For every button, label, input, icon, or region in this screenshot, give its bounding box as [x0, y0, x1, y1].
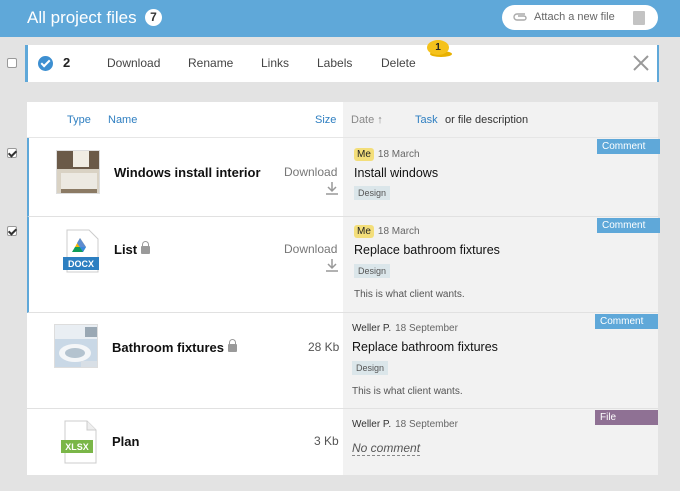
close-icon[interactable] — [632, 54, 650, 72]
delete-action[interactable]: Delete — [381, 56, 416, 70]
rename-action[interactable]: Rename — [188, 56, 233, 70]
column-type[interactable]: Type — [67, 114, 91, 126]
kind-badge: Comment — [595, 314, 658, 329]
selection-action-bar: 2 Download Rename Links Labels Delete — [25, 45, 659, 82]
file-description: This is what client wants. — [352, 386, 463, 397]
file-size: 3 Kb — [314, 434, 339, 448]
column-task[interactable]: Task — [415, 114, 438, 126]
select-all-checkbox[interactable] — [7, 58, 17, 68]
download-link[interactable]: Download — [284, 242, 337, 256]
download-link[interactable]: Download — [284, 165, 337, 179]
comment-author: Weller P. 18 September — [352, 419, 458, 430]
task-link[interactable]: Replace bathroom fixtures — [352, 340, 498, 354]
labels-action[interactable]: Labels — [317, 56, 352, 70]
file-description: This is what client wants. — [354, 289, 465, 300]
kind-badge: File — [595, 410, 658, 425]
file-ext-label: DOCX — [68, 259, 94, 269]
check-circle-icon — [38, 56, 53, 71]
file-count-badge: 7 — [145, 9, 162, 26]
table-row[interactable]: DOCX List Download Me 18 March Replace ba… — [27, 217, 660, 313]
author-name: Weller P. — [352, 419, 392, 430]
lock-icon — [141, 241, 151, 254]
comment-author: Me 18 March — [354, 148, 420, 161]
table-row[interactable]: XLSX Plan 3 Kb Weller P. 18 September No … — [27, 409, 658, 475]
attach-file-label: Attach a new file — [534, 11, 615, 23]
author-badge: Me — [354, 148, 374, 161]
table-header: Type Name Size Date ↑ Task or file descr… — [27, 102, 658, 138]
comment-date: 18 March — [377, 226, 420, 237]
file-name[interactable]: Windows install interior — [114, 165, 261, 180]
file-name[interactable]: Bathroom fixtures — [112, 339, 237, 355]
kind-badge: Comment — [597, 139, 660, 154]
comment-date: 18 September — [395, 323, 458, 334]
file-name[interactable]: List — [114, 241, 151, 257]
file-ext-label: XLSX — [65, 442, 89, 452]
row-checkbox-1[interactable] — [7, 148, 17, 158]
download-action[interactable]: Download — [107, 56, 160, 70]
label-tag[interactable]: Design — [352, 361, 389, 375]
file-name-text: List — [114, 242, 138, 257]
docx-icon: DOCX — [63, 229, 99, 273]
labels-count-badge: 1 — [427, 40, 453, 60]
column-date[interactable]: Date ↑ — [351, 114, 383, 126]
header-bar: All project files 7 Attach a new file — [0, 0, 680, 37]
label-tag[interactable]: Design — [354, 186, 391, 200]
paperclip-icon — [513, 13, 527, 21]
column-name[interactable]: Name — [108, 114, 137, 126]
task-link[interactable]: Replace bathroom fixtures — [354, 243, 500, 257]
attach-file-button[interactable]: Attach a new file — [502, 5, 658, 30]
file-thumbnail — [56, 150, 100, 194]
page-title: All project files — [27, 8, 137, 27]
label-tag[interactable]: Design — [354, 264, 391, 278]
download-icon[interactable] — [325, 181, 339, 195]
file-thumbnail — [54, 324, 98, 368]
links-action[interactable]: Links — [261, 56, 289, 70]
file-name-text: Bathroom fixtures — [112, 340, 224, 355]
author-badge: Me — [354, 225, 374, 238]
table-row[interactable]: Windows install interior Download Me 18 M… — [27, 138, 660, 217]
author-name: Weller P. — [352, 323, 392, 334]
files-table: Type Name Size Date ↑ Task or file descr… — [27, 102, 660, 475]
table-row[interactable]: Bathroom fixtures 28 Kb Weller P. 18 Sept… — [27, 313, 658, 409]
column-description-label: or file description — [445, 114, 529, 126]
badge-number: 1 — [427, 40, 449, 55]
xlsx-icon: XLSX — [61, 420, 97, 464]
file-name[interactable]: Plan — [112, 434, 139, 449]
task-link[interactable]: Install windows — [354, 166, 438, 180]
download-icon[interactable] — [325, 258, 339, 272]
row-checkbox-2[interactable] — [7, 226, 17, 236]
comment-author: Weller P. 18 September — [352, 323, 458, 334]
file-size: 28 Kb — [308, 340, 340, 354]
column-size[interactable]: Size — [315, 114, 336, 126]
comment-author: Me 18 March — [354, 225, 420, 238]
comment-date: 18 September — [395, 419, 458, 430]
kind-badge: Comment — [597, 218, 660, 233]
comment-date: 18 March — [377, 149, 420, 160]
lock-icon — [227, 339, 237, 352]
file-icon — [633, 11, 645, 25]
add-comment-link[interactable]: No comment — [352, 441, 421, 456]
selected-count: 2 — [63, 55, 71, 70]
